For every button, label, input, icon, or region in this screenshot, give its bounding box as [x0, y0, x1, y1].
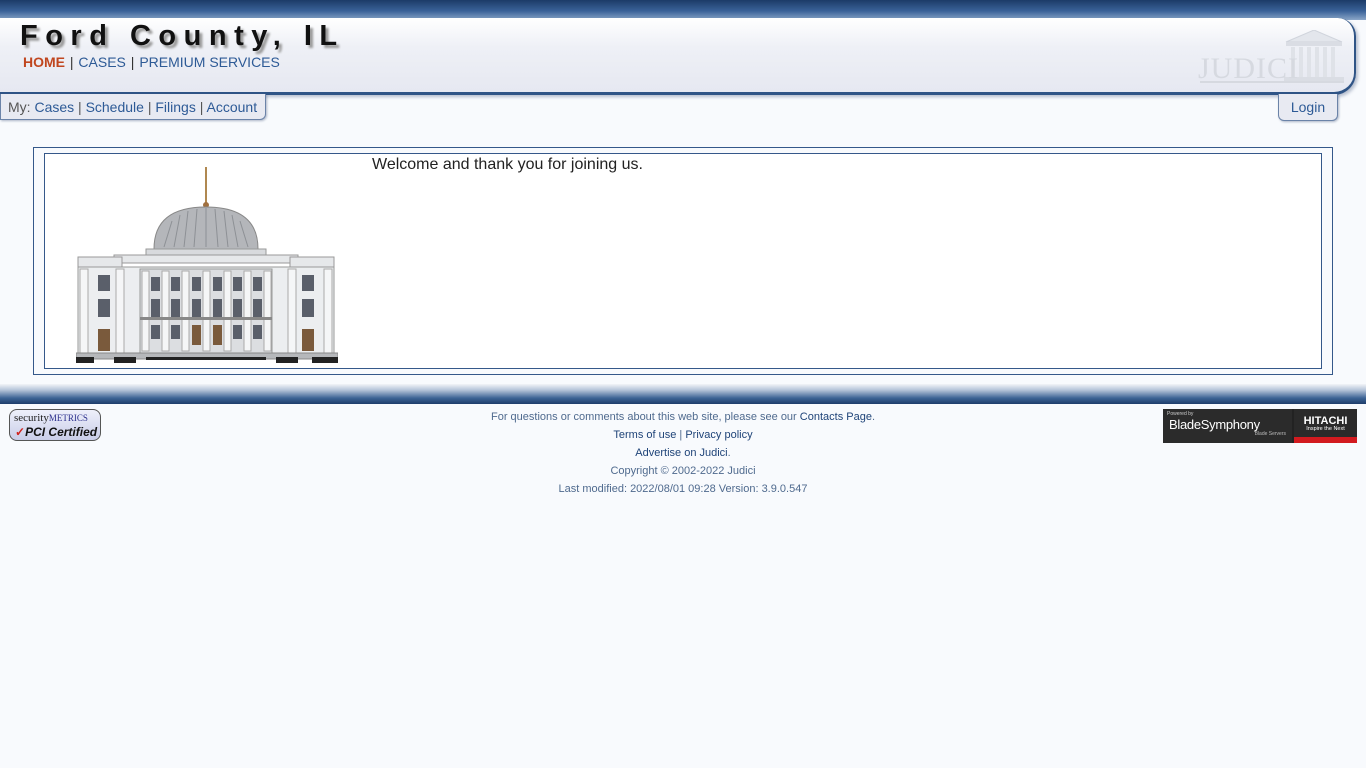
login-link[interactable]: Login [1291, 99, 1325, 115]
privacy-policy-link[interactable]: Privacy policy [685, 429, 752, 441]
main-nav: HOME | CASES | PREMIUM SERVICES [23, 54, 280, 70]
nav-separator: | [130, 54, 135, 70]
nav-separator: | [69, 54, 74, 70]
footer-advertise-line: Advertise on Judici. [635, 447, 731, 459]
my-filings-link[interactable]: Filings [155, 99, 195, 115]
nav-cases[interactable]: CASES [78, 54, 125, 70]
content-panel: Welcome and thank you for joining us. [33, 147, 1333, 375]
top-band [0, 0, 1366, 20]
footer-last-modified: Last modified: 2022/08/01 09:28 Version:… [558, 483, 808, 495]
bladesymphony-text: BladeSymphony [1169, 417, 1260, 432]
my-cases-link[interactable]: Cases [34, 99, 74, 115]
my-account-link[interactable]: Account [207, 99, 258, 115]
welcome-message: Welcome and thank you for joining us. [372, 156, 643, 173]
menu-separator: | [199, 99, 204, 115]
footer-policy-line: Terms of use | Privacy policy [0, 426, 1366, 444]
menu-separator: | [147, 99, 152, 115]
courthouse-icon [75, 167, 339, 363]
bladesymphony-panel: Powered by BladeSymphony Blade Servers [1163, 409, 1292, 443]
my-menu-tab: My: Cases | Schedule | Filings | Account [0, 94, 266, 120]
courthouse-image [75, 165, 339, 363]
nav-home[interactable]: HOME [23, 54, 65, 70]
footer-copyright: Copyright © 2002-2022 Judici [610, 465, 756, 477]
footer-contact-text: For questions or comments about this web… [491, 411, 797, 423]
inspire-the-next-text: Inspire the Next [1306, 426, 1345, 432]
judici-logo[interactable]: JUDICI [1198, 29, 1348, 86]
blade-servers-text: Blade Servers [1254, 431, 1286, 437]
hitachi-panel: HITACHI Inspire the Next [1294, 409, 1357, 443]
terms-of-use-link[interactable]: Terms of use [613, 429, 676, 441]
content-inner-panel: Welcome and thank you for joining us. [44, 153, 1322, 369]
judici-logo-text: JUDICI [1198, 52, 1299, 85]
nav-premium-services[interactable]: PREMIUM SERVICES [139, 54, 280, 70]
footer: For questions or comments about this web… [0, 408, 1366, 498]
footer-contact-line: For questions or comments about this web… [491, 411, 875, 423]
contacts-page-link[interactable]: Contacts Page [800, 411, 872, 423]
advertise-link[interactable]: Advertise on Judici [635, 447, 727, 459]
login-tab: Login [1278, 94, 1338, 121]
my-menu-prefix: My: [8, 99, 31, 115]
footer-separator: | [679, 429, 683, 441]
my-schedule-link[interactable]: Schedule [86, 99, 144, 115]
footer-band [0, 384, 1366, 404]
header: Ford County, IL HOME | CASES | PREMIUM S… [0, 18, 1356, 95]
menu-separator: | [78, 99, 82, 115]
site-title: Ford County, IL [20, 20, 345, 52]
bladesymphony-badge[interactable]: Powered by BladeSymphony Blade Servers H… [1163, 409, 1357, 443]
